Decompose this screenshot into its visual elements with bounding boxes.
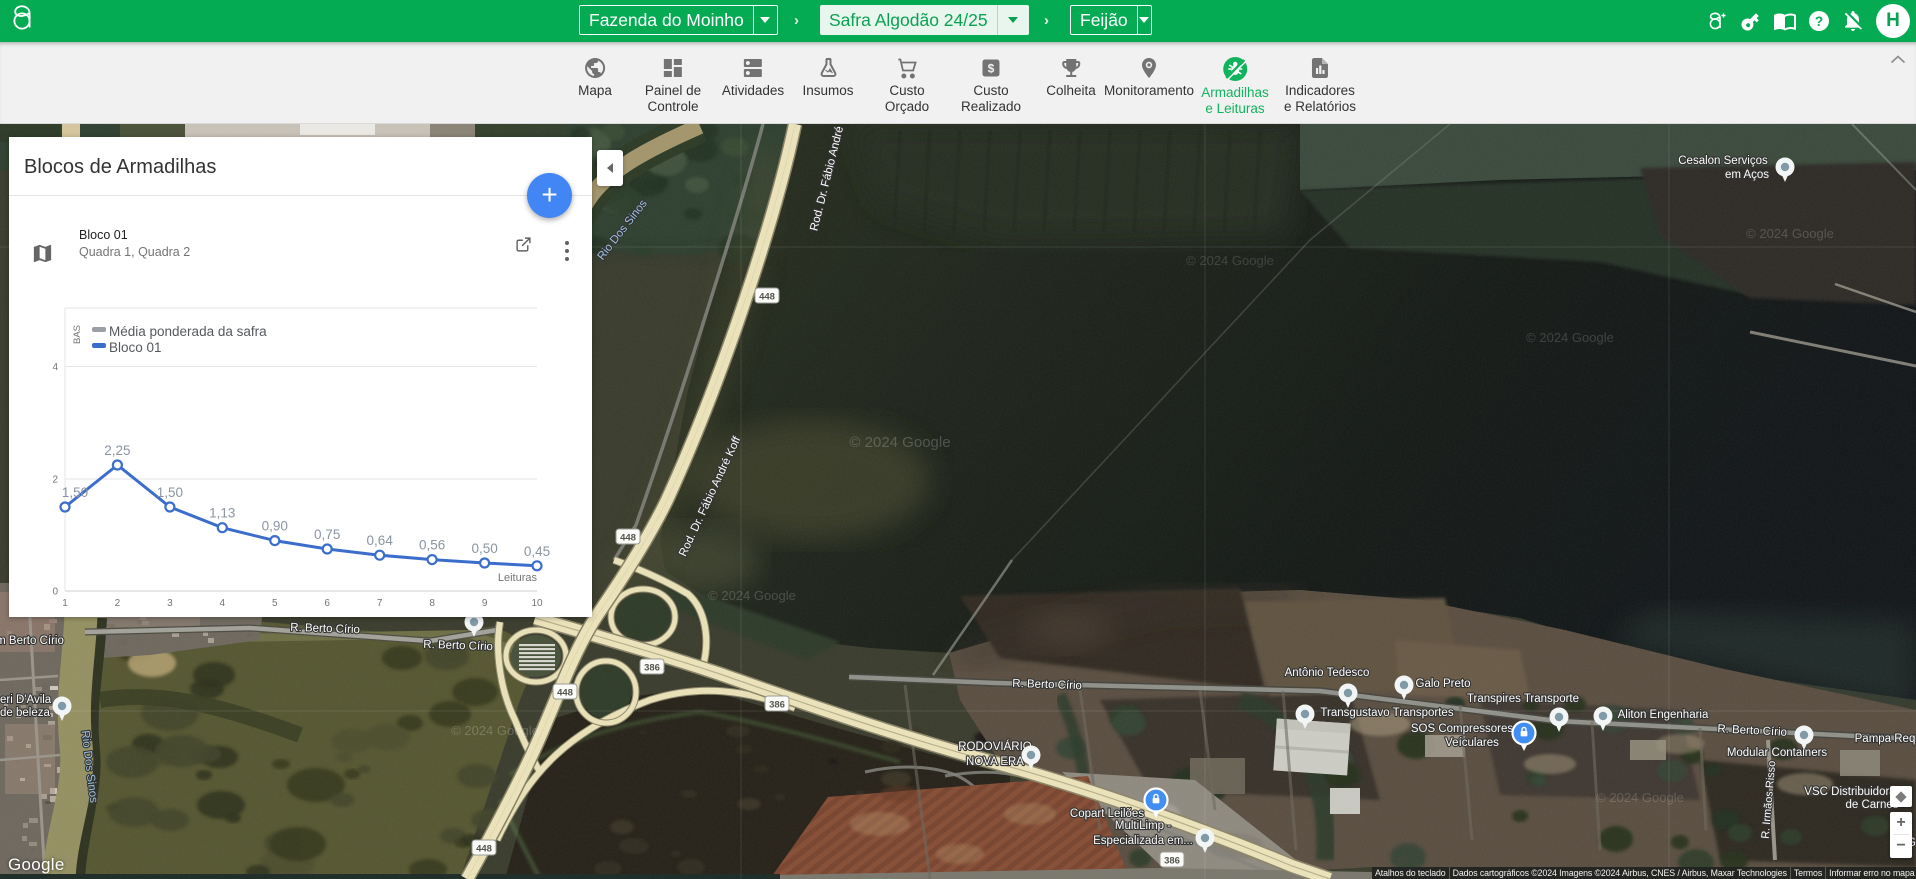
svg-text:2: 2 [52, 475, 58, 486]
svg-text:7: 7 [377, 598, 383, 609]
svg-text:2: 2 [115, 598, 121, 609]
svg-text:$: $ [988, 62, 995, 76]
svg-text:1,50: 1,50 [157, 485, 183, 500]
svg-text:3: 3 [167, 598, 173, 609]
svg-text:8: 8 [429, 598, 435, 609]
svg-text:?: ? [1815, 14, 1823, 29]
svg-text:Média ponderada da safra: Média ponderada da safra [109, 324, 267, 339]
svg-text:0,64: 0,64 [367, 533, 394, 548]
svg-text:0,50: 0,50 [471, 541, 497, 556]
svg-text:0,45: 0,45 [524, 544, 550, 559]
svg-text:4: 4 [52, 362, 58, 373]
svg-text:BAS: BAS [72, 325, 83, 344]
svg-text:4: 4 [220, 598, 226, 609]
svg-text:Leituras: Leituras [498, 572, 538, 584]
svg-text:0: 0 [52, 587, 58, 598]
svg-text:10: 10 [531, 598, 543, 609]
svg-text:0,56: 0,56 [419, 538, 445, 553]
svg-text:1,13: 1,13 [209, 506, 235, 521]
svg-text:Bloco 01: Bloco 01 [109, 340, 162, 355]
svg-text:1: 1 [62, 598, 68, 609]
svg-text:0,75: 0,75 [314, 527, 340, 542]
svg-text:9: 9 [482, 598, 488, 609]
svg-text:5: 5 [272, 598, 278, 609]
svg-text:0,90: 0,90 [262, 519, 288, 534]
svg-text:6: 6 [324, 598, 330, 609]
svg-text:2,25: 2,25 [104, 443, 130, 458]
svg-text:1,50: 1,50 [62, 485, 88, 500]
